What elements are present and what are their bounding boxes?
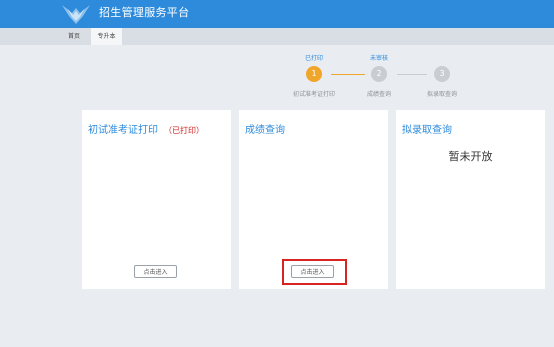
nav-tab-upgrade[interactable]: 专升本 bbox=[91, 28, 122, 45]
card-admission-ticket-title-text: 初试准考证打印 bbox=[88, 125, 158, 136]
step-connector-1 bbox=[331, 74, 365, 75]
top-header: 招生管理服务平台 bbox=[0, 0, 554, 28]
nav-bar: 首页 专升本 bbox=[0, 28, 554, 45]
eagle-logo-icon bbox=[62, 5, 90, 24]
nav-tab-home[interactable]: 首页 bbox=[62, 28, 86, 45]
not-open-message: 暂未开放 bbox=[448, 150, 493, 163]
card-admission-query: 拟录取查询 暂未开放 bbox=[396, 110, 545, 289]
step-2-circle: 2 bbox=[371, 66, 387, 82]
printed-status: （已打印） bbox=[164, 126, 204, 135]
step-3-label: 拟录取查询 bbox=[426, 91, 457, 98]
step-1-status: 已打印 bbox=[304, 55, 323, 62]
card-score-query-title: 成绩查询 bbox=[245, 125, 285, 136]
card-admission-query-title: 拟录取查询 bbox=[402, 125, 452, 136]
step-1-circle: 1 bbox=[306, 66, 322, 82]
card-admission-ticket-title: 初试准考证打印 （已打印） bbox=[88, 121, 204, 136]
step-3-circle: 3 bbox=[434, 66, 450, 82]
card-admission-ticket: 初试准考证打印 （已打印） 点击进入 bbox=[82, 110, 231, 289]
step-1-label: 初试准考证打印 bbox=[292, 91, 335, 98]
step-connector-2 bbox=[397, 74, 427, 75]
admission-ticket-enter-button[interactable]: 点击进入 bbox=[134, 265, 177, 278]
app-title: 招生管理服务平台 bbox=[99, 6, 190, 19]
step-2-status: 未审核 bbox=[369, 55, 388, 62]
highlight-box bbox=[282, 259, 347, 285]
step-2-label: 成绩查询 bbox=[366, 91, 391, 98]
